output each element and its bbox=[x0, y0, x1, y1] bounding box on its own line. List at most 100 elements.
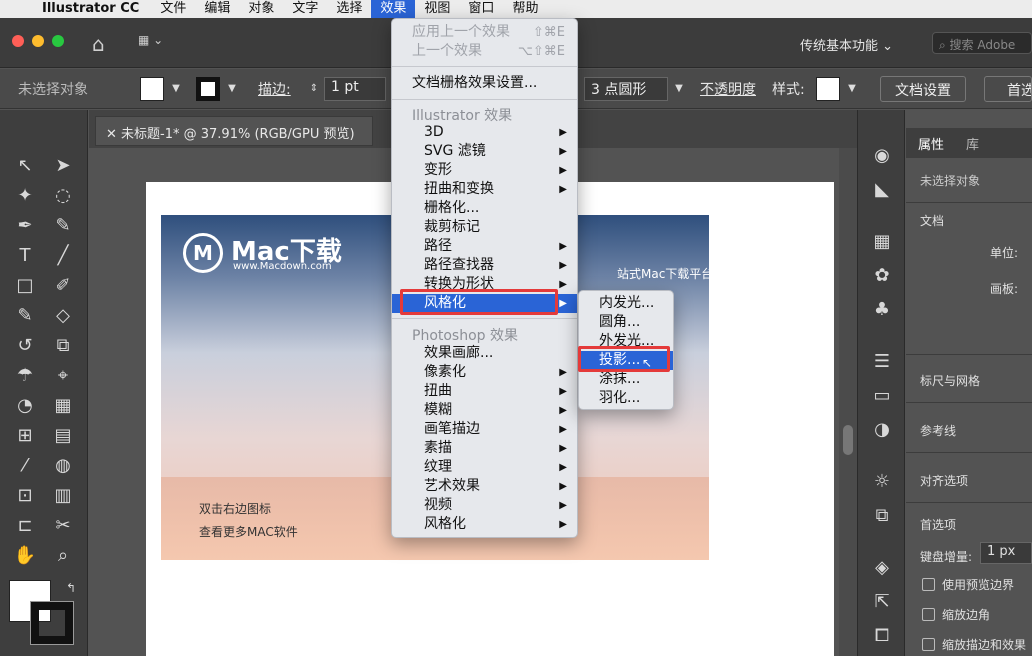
swatches-icon[interactable]: ▦ bbox=[868, 228, 896, 256]
curvature-icon[interactable]: ✎ bbox=[50, 214, 76, 238]
document-tab[interactable]: ✕ 未标题-1* @ 37.91% (RGB/GPU 预览) bbox=[95, 116, 373, 146]
search-input[interactable]: ⌕ 搜索 Adobe bbox=[932, 32, 1032, 54]
menu-item-effect-gallery[interactable]: 效果画廊... bbox=[392, 344, 577, 363]
graphic-styles-icon[interactable]: ⧉ bbox=[868, 502, 896, 530]
menu-item-scribble[interactable]: 涂抹... bbox=[579, 370, 673, 389]
vertical-scrollbar[interactable] bbox=[839, 148, 857, 656]
menu-item-stylize-photoshop[interactable]: 风格化 ▶ bbox=[392, 515, 577, 534]
menu-object[interactable]: 对象 bbox=[239, 0, 283, 18]
magic-wand-icon[interactable]: ✦ bbox=[12, 184, 38, 208]
stroke-stepper[interactable]: ⇕ bbox=[306, 77, 322, 101]
menu-item-rasterize[interactable]: 栅格化... bbox=[392, 199, 577, 218]
selection-tool-icon[interactable]: ↖ bbox=[12, 154, 38, 178]
scale-corners-checkbox[interactable] bbox=[922, 608, 935, 621]
menu-item-crop-marks[interactable]: 裁剪标记 bbox=[392, 218, 577, 237]
preferences-button[interactable]: 首选 bbox=[984, 76, 1032, 102]
hand-tool-icon[interactable]: ✋ bbox=[12, 544, 38, 568]
tab-libraries[interactable]: 库 bbox=[966, 134, 979, 153]
menu-edit[interactable]: 编辑 bbox=[195, 0, 239, 18]
menu-item-pixelate[interactable]: 像素化 ▶ bbox=[392, 363, 577, 382]
style-dropdown[interactable]: ▼ bbox=[844, 77, 860, 101]
menu-item-round-corners[interactable]: 圆角... bbox=[579, 313, 673, 332]
shaper-icon[interactable]: ✎ bbox=[12, 304, 38, 328]
menu-select[interactable]: 选择 bbox=[327, 0, 371, 18]
scale-tool-icon[interactable]: ⧉ bbox=[50, 334, 76, 358]
scrollbar-thumb[interactable] bbox=[843, 425, 853, 455]
menu-item-blur[interactable]: 模糊 ▶ bbox=[392, 401, 577, 420]
menu-file[interactable]: 文件 bbox=[151, 0, 195, 18]
rectangle-tool-icon[interactable]: □ bbox=[12, 274, 38, 298]
menu-item-feather[interactable]: 羽化... bbox=[579, 389, 673, 408]
stroke-label[interactable]: 描边: bbox=[258, 79, 291, 99]
stroke-color-box[interactable] bbox=[30, 601, 74, 645]
rotate-tool-icon[interactable]: ↺ bbox=[12, 334, 38, 358]
opacity-label[interactable]: 不透明度 bbox=[700, 79, 756, 99]
menu-item-artistic[interactable]: 艺术效果 ▶ bbox=[392, 477, 577, 496]
stroke-weight-input[interactable]: 1 pt bbox=[324, 77, 386, 101]
mesh-tool-icon[interactable]: ⊞ bbox=[12, 424, 38, 448]
menu-app[interactable]: Illustrator CC bbox=[34, 0, 151, 18]
warp-tool-icon[interactable]: ☂ bbox=[12, 364, 38, 388]
menu-item-distort[interactable]: 扭曲 ▶ bbox=[392, 382, 577, 401]
stroke-swatch[interactable] bbox=[196, 77, 220, 101]
menu-item-distort-transform[interactable]: 扭曲和变换 ▶ bbox=[392, 180, 577, 199]
artboards-icon[interactable]: ⧠ bbox=[868, 622, 896, 650]
menu-item-svg-filters[interactable]: SVG 滤镜 ▶ bbox=[392, 142, 577, 161]
eyedropper-icon[interactable]: ⁄ bbox=[12, 454, 38, 478]
graphic-style-swatch[interactable] bbox=[816, 77, 840, 101]
appearance-icon[interactable]: ☼ bbox=[868, 468, 896, 496]
fill-swatch[interactable] bbox=[140, 77, 164, 101]
menu-item-3d[interactable]: 3D ▶ bbox=[392, 123, 577, 142]
symbols-icon[interactable]: ♣ bbox=[868, 296, 896, 324]
layers-icon[interactable]: ◈ bbox=[868, 554, 896, 582]
lasso-icon[interactable]: ◌ bbox=[50, 184, 76, 208]
pen-tool-icon[interactable]: ✒ bbox=[12, 214, 38, 238]
swap-colors-icon[interactable]: ↰ bbox=[58, 576, 84, 600]
menu-window[interactable]: 窗口 bbox=[459, 0, 503, 18]
close-window-button[interactable] bbox=[12, 35, 24, 47]
menu-help[interactable]: 帮助 bbox=[503, 0, 547, 18]
slice-tool-icon[interactable]: ✂ bbox=[50, 514, 76, 538]
menu-type[interactable]: 文字 bbox=[283, 0, 327, 18]
menu-item-inner-glow[interactable]: 内发光... bbox=[579, 294, 673, 313]
artboard-tool-icon[interactable]: ⊏ bbox=[12, 514, 38, 538]
close-tab-icon[interactable]: ✕ bbox=[106, 127, 121, 142]
menu-item-sketch[interactable]: 素描 ▶ bbox=[392, 439, 577, 458]
paintbrush-icon[interactable]: ✐ bbox=[50, 274, 76, 298]
home-icon[interactable]: ⌂ bbox=[92, 32, 105, 56]
eraser-icon[interactable]: ◇ bbox=[50, 304, 76, 328]
menu-item-apply-last-effect[interactable]: 应用上一个效果 ⇧⌘E bbox=[392, 23, 577, 42]
color-panel-icon[interactable]: ◉ bbox=[868, 142, 896, 170]
menu-effect[interactable]: 效果 bbox=[371, 0, 416, 18]
free-transform-icon[interactable]: ⌖ bbox=[50, 364, 76, 388]
transparency-icon[interactable]: ◑ bbox=[868, 416, 896, 444]
menu-item-texture[interactable]: 纹理 ▶ bbox=[392, 458, 577, 477]
menu-item-brush-strokes[interactable]: 画笔描边 ▶ bbox=[392, 420, 577, 439]
graph-tool-icon[interactable]: ▥ bbox=[50, 484, 76, 508]
symbol-sprayer-icon[interactable]: ⊡ bbox=[12, 484, 38, 508]
document-setup-button[interactable]: 文档设置 bbox=[880, 76, 966, 102]
fill-dropdown[interactable]: ▼ bbox=[168, 77, 184, 101]
minimize-window-button[interactable] bbox=[32, 35, 44, 47]
gradient-tool-icon[interactable]: ▤ bbox=[50, 424, 76, 448]
zoom-window-button[interactable] bbox=[52, 35, 64, 47]
line-tool-icon[interactable]: ╱ bbox=[50, 244, 76, 268]
tab-properties[interactable]: 属性 bbox=[918, 134, 944, 153]
brush-definition[interactable]: 3 点圆形 bbox=[584, 77, 668, 101]
brush-dropdown[interactable]: ▼ bbox=[671, 77, 687, 101]
menu-item-path[interactable]: 路径 ▶ bbox=[392, 237, 577, 256]
blend-tool-icon[interactable]: ◍ bbox=[50, 454, 76, 478]
scale-strokes-checkbox[interactable] bbox=[922, 638, 935, 651]
preview-bounds-checkbox[interactable] bbox=[922, 578, 935, 591]
type-tool-icon[interactable]: T bbox=[12, 244, 38, 268]
stroke-panel-icon[interactable]: ☰ bbox=[868, 348, 896, 376]
menu-item-video[interactable]: 视频 ▶ bbox=[392, 496, 577, 515]
menu-item-last-effect[interactable]: 上一个效果 ⌥⇧⌘E bbox=[392, 42, 577, 61]
brushes-icon[interactable]: ✿ bbox=[868, 262, 896, 290]
arrange-documents-icon[interactable]: ▦ ⌄ bbox=[138, 33, 178, 51]
workspace-switcher[interactable]: 传统基本功能 ⌄ bbox=[800, 35, 893, 54]
stroke-dropdown[interactable]: ▼ bbox=[224, 77, 240, 101]
menu-item-document-raster-settings[interactable]: 文档栅格效果设置... bbox=[392, 74, 577, 93]
keyboard-increment-input[interactable]: 1 px bbox=[980, 542, 1032, 564]
shape-builder-icon[interactable]: ◔ bbox=[12, 394, 38, 418]
